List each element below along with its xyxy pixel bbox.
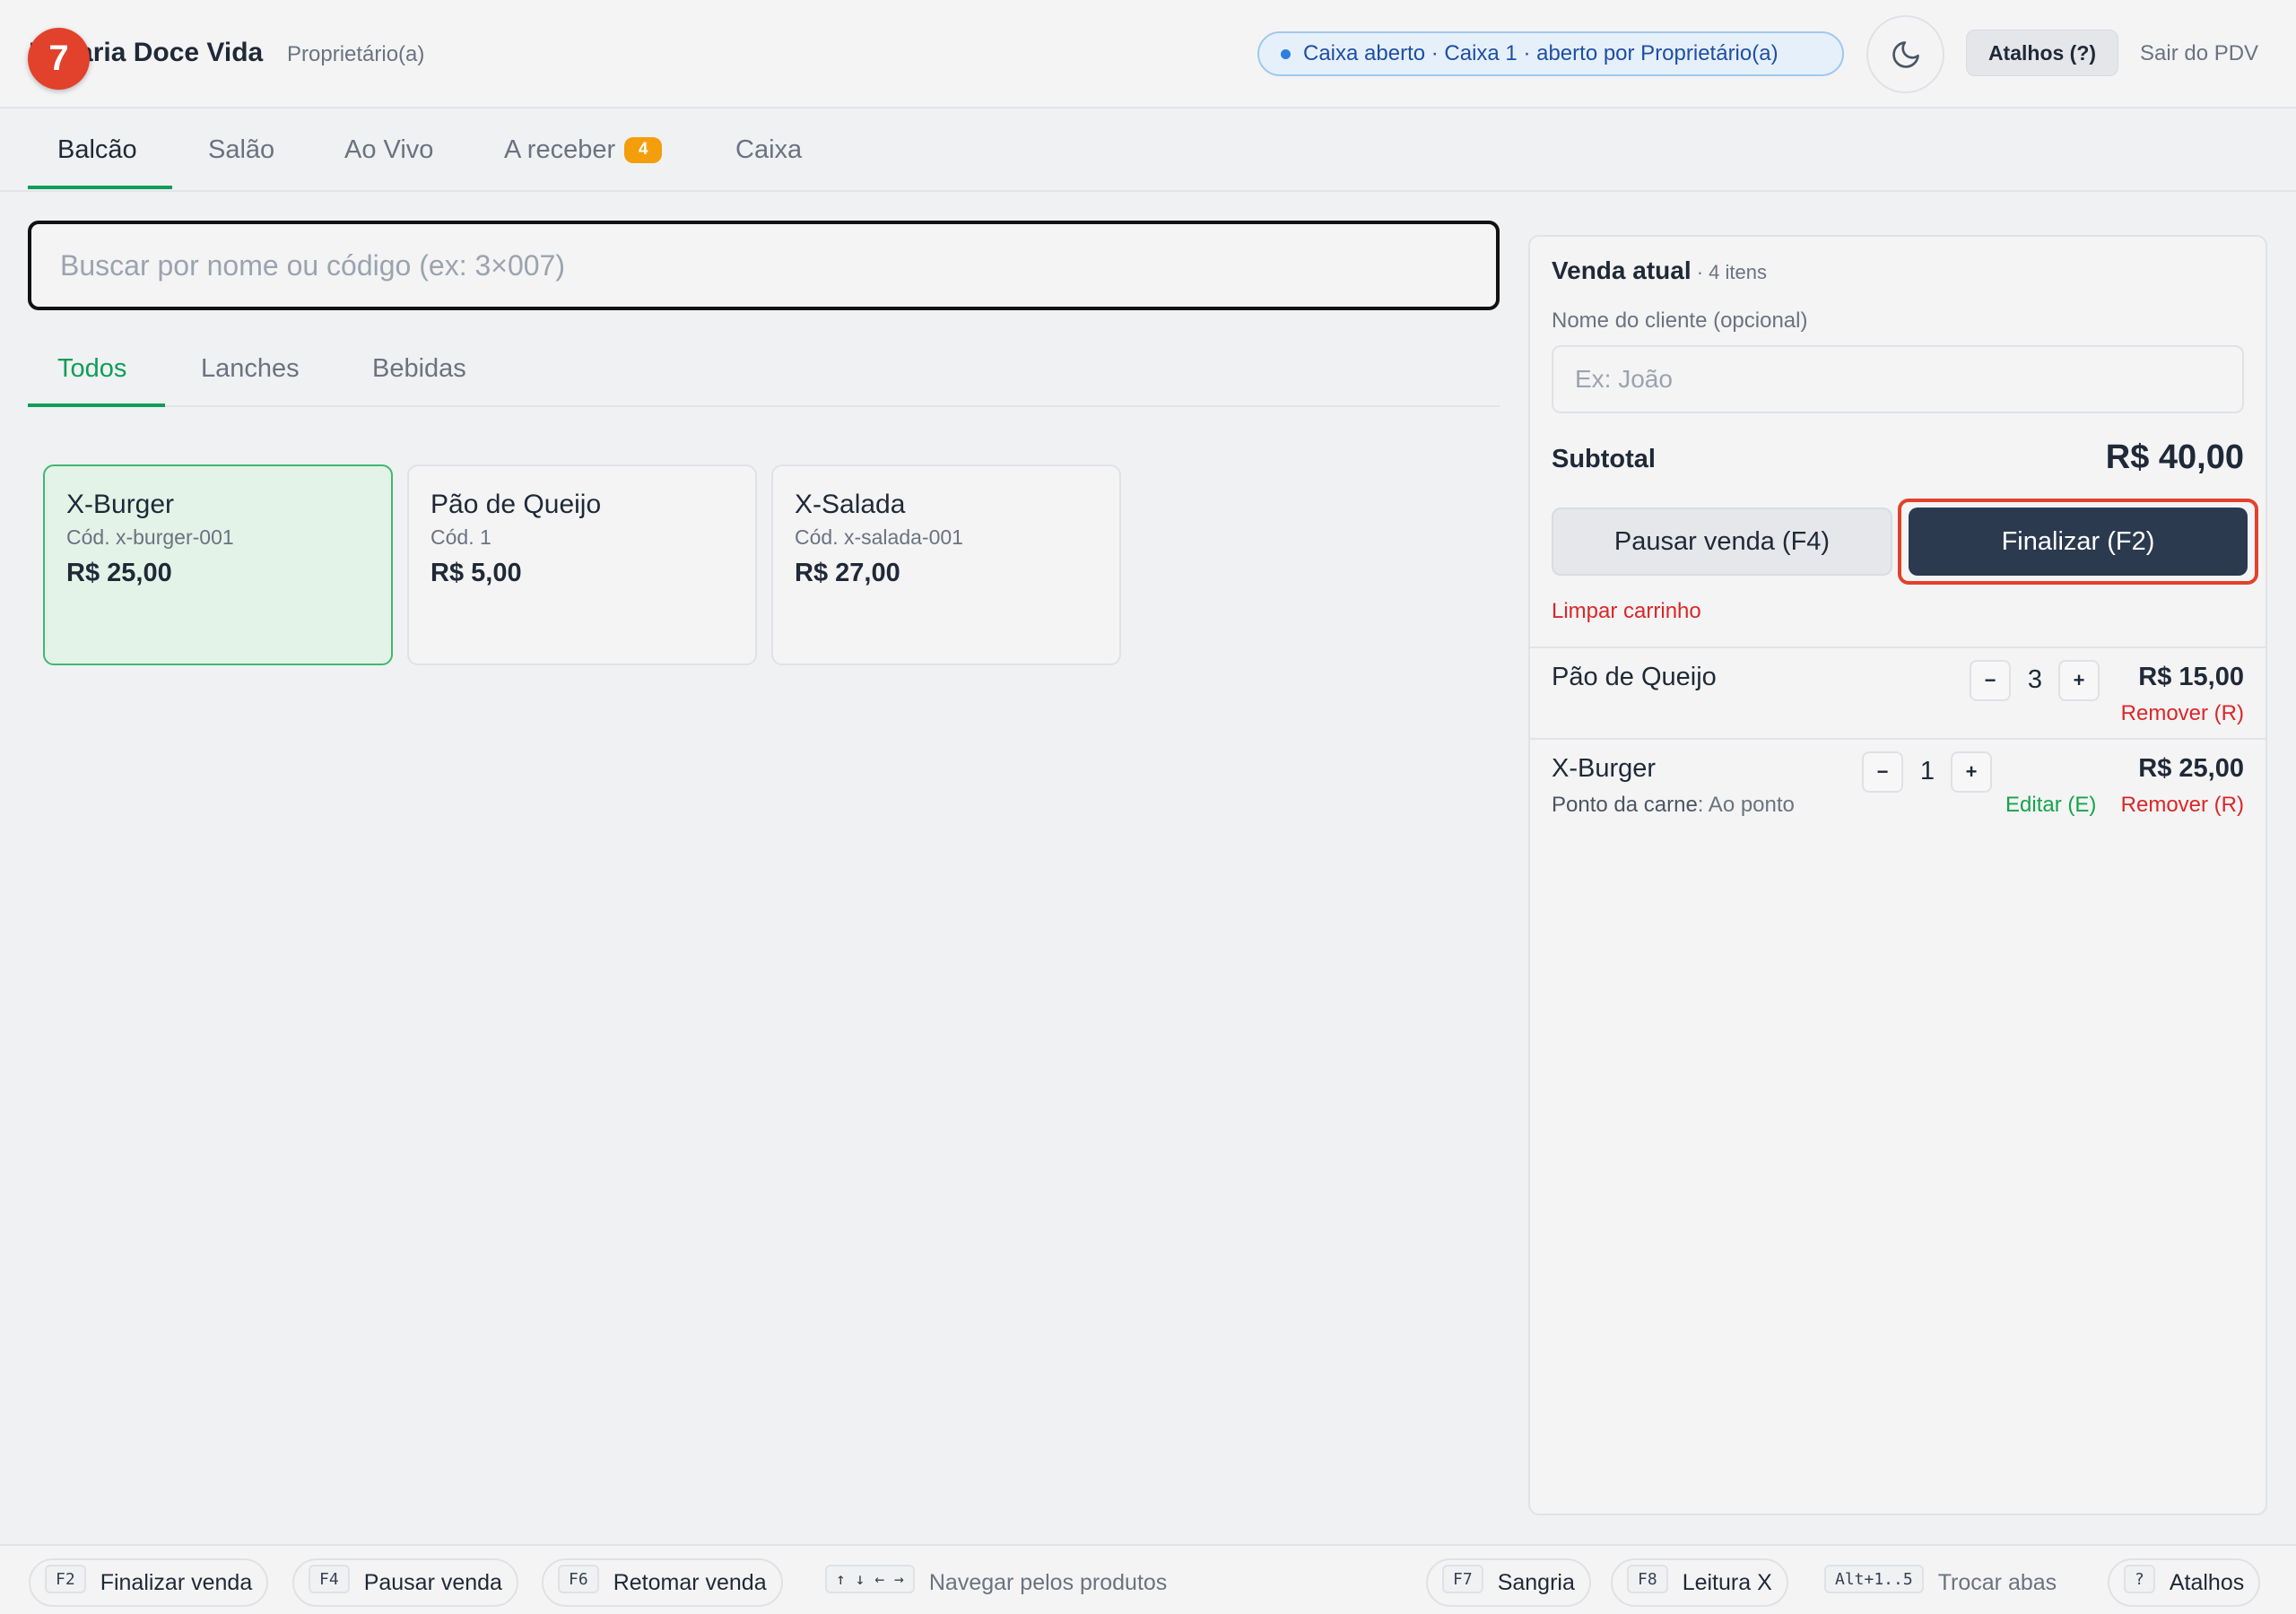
subtotal-value: R$ 40,00 bbox=[2105, 438, 2244, 476]
item-option-value: : Ao ponto bbox=[1697, 793, 1795, 817]
cart-panel: Venda atual · 4 itens Nome do cliente (o… bbox=[1528, 235, 2267, 1515]
hint-label: Atalhos bbox=[2169, 1569, 2245, 1595]
product-card-pao-de-queijo[interactable]: Pão de Queijo Cód. 1 R$ 5,00 bbox=[407, 464, 757, 665]
cash-status-text: Caixa aberto · Caixa 1 · aberto por Prop… bbox=[1303, 41, 1779, 65]
product-card-x-salada[interactable]: X-Salada Cód. x-salada-001 R$ 27,00 bbox=[771, 464, 1121, 665]
product-code: Cód. x-salada-001 bbox=[795, 525, 963, 549]
product-search[interactable] bbox=[28, 221, 1500, 310]
hint-finalize-sale[interactable]: F2 Finalizar venda bbox=[29, 1558, 269, 1607]
hint-label: Finalizar venda bbox=[100, 1569, 253, 1595]
item-option-detail: Ponto da carne: Ao ponto bbox=[1552, 793, 1795, 818]
clear-cart-link[interactable]: Limpar carrinho bbox=[1552, 599, 1701, 624]
moon-icon bbox=[1892, 40, 1919, 68]
hint-label: Leitura X bbox=[1682, 1569, 1772, 1595]
hint-label: Retomar venda bbox=[613, 1569, 767, 1595]
cart-title: Venda atual bbox=[1552, 256, 1692, 284]
hint-label: Navegar pelos produtos bbox=[928, 1569, 1168, 1595]
cart-header: Venda atual · 4 itens bbox=[1552, 256, 1767, 285]
tab-label: Ao Vivo bbox=[344, 134, 434, 164]
status-dot-icon bbox=[1281, 48, 1291, 59]
key-f6: F6 bbox=[558, 1565, 599, 1593]
tab-ao-vivo[interactable]: Ao Vivo bbox=[344, 109, 433, 190]
hint-resume-sale[interactable]: F6 Retomar venda bbox=[542, 1558, 783, 1607]
tab-caixa[interactable]: Caixa bbox=[735, 109, 802, 190]
item-total: R$ 25,00 bbox=[2138, 754, 2244, 783]
increase-quantity-button[interactable]: + bbox=[2058, 660, 2100, 701]
hint-sangria[interactable]: F7 Sangria bbox=[1426, 1558, 1591, 1607]
category-tab-todos[interactable]: Todos bbox=[57, 332, 126, 405]
product-price: R$ 27,00 bbox=[795, 559, 900, 587]
tab-label: Balcão bbox=[57, 134, 137, 164]
tab-a-receber[interactable]: A receber 4 bbox=[504, 109, 663, 190]
search-input[interactable] bbox=[60, 248, 1496, 282]
exit-pdv-link[interactable]: Sair do PDV bbox=[2140, 41, 2258, 66]
hint-label: Sangria bbox=[1497, 1569, 1575, 1595]
shortcuts-button[interactable]: Atalhos (?) bbox=[1966, 30, 2118, 76]
hint-label: Pausar venda bbox=[363, 1569, 502, 1595]
main-tabs: Balcão Salão Ao Vivo A receber 4 Caixa bbox=[0, 109, 2296, 192]
hint-navigate-products: ↑ ↓ ← → Navegar pelos produtos bbox=[825, 1558, 1167, 1607]
client-name-field[interactable] bbox=[1552, 345, 2244, 413]
tab-label: Salão bbox=[208, 134, 275, 164]
edit-item-link[interactable]: Editar (E) bbox=[2005, 793, 2096, 818]
subtotal-label: Subtotal bbox=[1552, 445, 1656, 473]
key-question: ? bbox=[2124, 1565, 2155, 1593]
client-name-input[interactable] bbox=[1575, 365, 2242, 394]
tab-salao[interactable]: Salão bbox=[208, 109, 274, 190]
cart-item-name: X-Burger bbox=[1552, 754, 1657, 783]
category-tabs: Todos Lanches Bebidas bbox=[28, 332, 1500, 407]
cart-item-name: Pão de Queijo bbox=[1552, 663, 1717, 691]
product-code: Cód. x-burger-001 bbox=[66, 525, 234, 549]
product-name: Pão de Queijo bbox=[430, 490, 602, 519]
cart-divider bbox=[1530, 738, 2266, 740]
tab-balcao[interactable]: Balcão bbox=[57, 109, 137, 190]
client-name-label: Nome do cliente (opcional) bbox=[1552, 308, 1808, 333]
hint-pause-sale[interactable]: F4 Pausar venda bbox=[292, 1558, 518, 1607]
step-number-badge: 7 bbox=[28, 28, 90, 90]
tab-label: Caixa bbox=[735, 134, 803, 164]
top-header: Padaria Doce Vida 7 Proprietário(a) Caix… bbox=[0, 0, 2296, 108]
hint-shortcuts[interactable]: ? Atalhos bbox=[2108, 1558, 2261, 1607]
decrease-quantity-button[interactable]: − bbox=[1970, 660, 2011, 701]
item-total: R$ 15,00 bbox=[2138, 663, 2244, 691]
tab-label: A receber bbox=[504, 134, 616, 164]
active-tab-indicator bbox=[28, 186, 172, 189]
key-f4: F4 bbox=[309, 1565, 350, 1593]
key-alt-1-5: Alt+1..5 bbox=[1824, 1565, 1924, 1593]
pending-count-badge: 4 bbox=[624, 136, 663, 163]
hint-label: Trocar abas bbox=[1937, 1569, 2057, 1595]
cart-item-count: · 4 itens bbox=[1691, 261, 1767, 283]
product-name: X-Salada bbox=[795, 490, 906, 519]
product-price: R$ 5,00 bbox=[430, 559, 522, 587]
pause-sale-button[interactable]: Pausar venda (F4) bbox=[1552, 508, 1892, 576]
increase-quantity-button[interactable]: + bbox=[1951, 751, 1992, 793]
item-option-key: Ponto da carne bbox=[1552, 793, 1698, 817]
key-f7: F7 bbox=[1442, 1565, 1483, 1593]
remove-item-link[interactable]: Remover (R) bbox=[2121, 793, 2244, 818]
hint-leitura-x[interactable]: F8 Leitura X bbox=[1611, 1558, 1788, 1607]
key-f8: F8 bbox=[1627, 1565, 1668, 1593]
active-category-indicator bbox=[28, 404, 165, 407]
remove-item-link[interactable]: Remover (R) bbox=[2121, 701, 2244, 726]
cash-status-badge: Caixa aberto · Caixa 1 · aberto por Prop… bbox=[1257, 31, 1844, 76]
key-arrows: ↑ ↓ ← → bbox=[825, 1565, 915, 1593]
hint-switch-tabs: Alt+1..5 Trocar abas bbox=[1824, 1558, 2057, 1607]
decrease-quantity-button[interactable]: − bbox=[1862, 751, 1903, 793]
item-quantity: 3 bbox=[2027, 665, 2043, 694]
user-role: Proprietário(a) bbox=[287, 42, 425, 66]
product-price: R$ 25,00 bbox=[66, 559, 172, 587]
category-tab-lanches[interactable]: Lanches bbox=[201, 332, 300, 405]
product-code: Cód. 1 bbox=[430, 525, 491, 549]
product-name: X-Burger bbox=[66, 490, 175, 519]
theme-toggle-button[interactable] bbox=[1866, 15, 1944, 93]
category-tab-bebidas[interactable]: Bebidas bbox=[372, 332, 466, 405]
key-f2: F2 bbox=[45, 1565, 86, 1593]
shortcut-footer: F2 Finalizar venda F4 Pausar venda F6 Re… bbox=[0, 1544, 2296, 1614]
product-card-x-burger[interactable]: X-Burger Cód. x-burger-001 R$ 25,00 bbox=[43, 464, 393, 665]
cart-divider bbox=[1530, 646, 2266, 648]
item-quantity: 1 bbox=[1919, 757, 1935, 785]
finalize-sale-button[interactable]: Finalizar (F2) bbox=[1909, 508, 2248, 576]
